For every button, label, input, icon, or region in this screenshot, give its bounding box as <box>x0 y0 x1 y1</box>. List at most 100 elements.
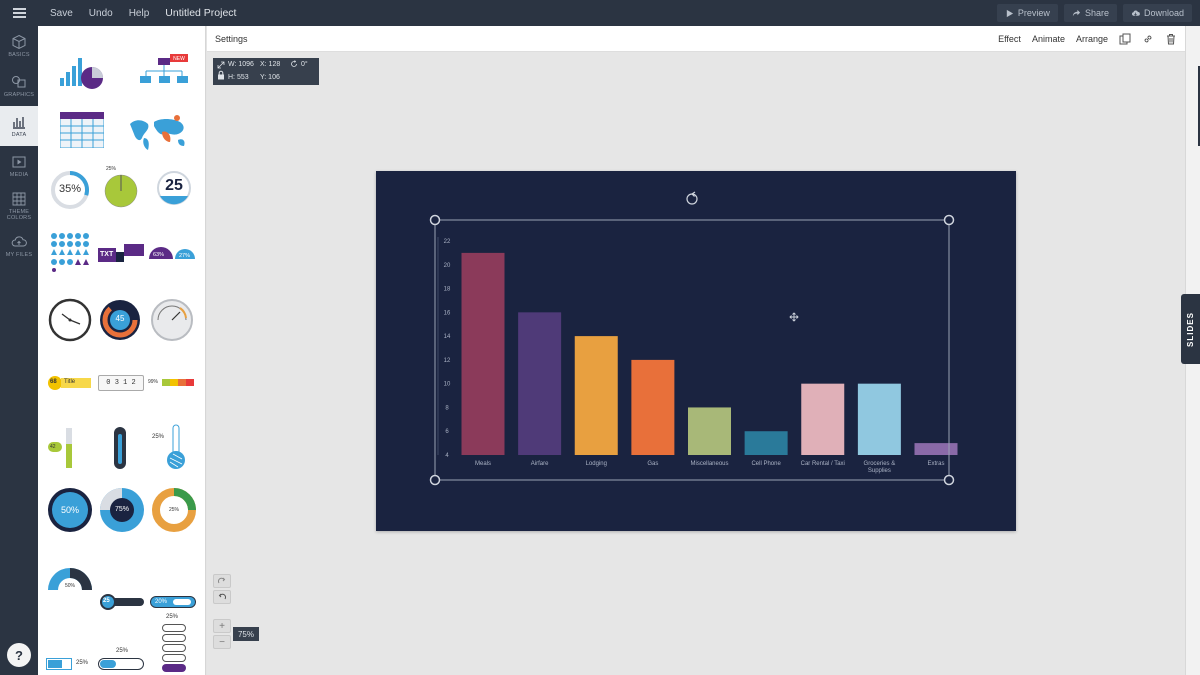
arrange-button[interactable]: Arrange <box>1076 34 1108 44</box>
rail-theme-colors-label: THEME COLORS <box>6 209 32 221</box>
link-icon[interactable] <box>1142 33 1154 45</box>
title-label: Title <box>64 379 76 385</box>
counter-circle-widget[interactable]: 25 <box>156 170 192 206</box>
resize-handle-top-right[interactable] <box>943 214 955 226</box>
rail-basics[interactable]: BASICS <box>0 26 38 66</box>
bar-25-label: 25% <box>116 648 129 654</box>
resize-icon <box>217 61 225 69</box>
menu-icon[interactable] <box>0 0 38 26</box>
vertical-slider-widget[interactable] <box>112 426 128 470</box>
progress-35-label: 35% <box>58 183 82 195</box>
save-menu[interactable]: Save <box>50 8 73 19</box>
share-button[interactable]: Share <box>1063 4 1117 22</box>
resize-handle-bottom-left[interactable] <box>429 474 441 486</box>
txt-bar <box>124 244 144 256</box>
animate-button[interactable]: Animate <box>1032 34 1065 44</box>
round-slider-widget[interactable]: 25 <box>100 594 146 610</box>
resize-handle-bottom-right[interactable] <box>943 474 955 486</box>
y-tick-label: 10 <box>444 382 451 388</box>
cube-icon <box>12 34 26 50</box>
bar-miscellaneous[interactable] <box>688 407 731 455</box>
rotate-handle-icon[interactable] <box>686 191 698 205</box>
pie-gauge-widget[interactable]: 25% <box>104 166 138 212</box>
y-value[interactable]: Y: 106 <box>260 74 280 81</box>
bar-chart[interactable]: 4 6 8 10 12 14 16 18 20 22 Meals Airfare Lodging Gas M… <box>376 171 1016 531</box>
duplicate-icon[interactable] <box>1119 33 1131 45</box>
effect-button[interactable]: Effect <box>998 34 1021 44</box>
preview-button[interactable]: Preview <box>996 4 1058 22</box>
text-label-widget[interactable]: TXT <box>98 244 144 264</box>
thermometer-small-widget[interactable]: 42 <box>48 426 78 470</box>
half-gauge-widget[interactable]: 50% <box>46 566 94 592</box>
bar-airfare[interactable] <box>518 312 562 455</box>
digit-counter-widget[interactable]: 0 3 1 2 <box>98 375 144 391</box>
settings-bar: Settings Effect Animate Arrange <box>207 26 1185 52</box>
slide[interactable]: 4 6 8 10 12 14 16 18 20 22 Meals Airfare Lodging Gas M… <box>376 171 1016 531</box>
bar-lodging[interactable] <box>574 336 618 455</box>
rail-media[interactable]: MEDIA <box>0 146 38 186</box>
progress-circle-35[interactable]: 35% <box>50 170 90 210</box>
rail-theme-colors[interactable]: THEME COLORS <box>0 186 38 226</box>
help-button[interactable]: ? <box>7 643 31 667</box>
rail-graphics[interactable]: GRAPHICS <box>0 66 38 106</box>
thermo-fill <box>66 444 72 468</box>
bar-groceries-supplies[interactable] <box>857 383 901 455</box>
trash-icon[interactable] <box>1165 33 1177 45</box>
circle-50-widget[interactable]: 50% <box>46 486 94 534</box>
semicircle-gauges-widget[interactable]: 63% 27% <box>148 246 198 262</box>
width-value[interactable]: W: 1096 <box>228 61 254 68</box>
ring-25-widget[interactable]: 25% <box>150 486 198 534</box>
undo-menu[interactable]: Undo <box>89 8 113 19</box>
toggle-bar-widget[interactable]: 20% <box>150 596 196 608</box>
txt-divider <box>116 252 124 262</box>
share-icon <box>1072 9 1081 16</box>
undo-button[interactable] <box>213 590 231 604</box>
world-map-widget[interactable] <box>128 112 190 152</box>
digit-counter-label: 0 3 1 2 <box>106 379 136 387</box>
redo-button[interactable] <box>213 574 231 588</box>
help-menu[interactable]: Help <box>129 8 150 19</box>
title-counter-widget[interactable]: 68 Title <box>48 376 94 390</box>
thermometer-widget[interactable]: 25% <box>152 424 192 472</box>
project-title[interactable]: Untitled Project <box>165 7 236 19</box>
battery-widget[interactable]: 25% <box>46 656 94 672</box>
bar-pie-widget[interactable] <box>58 52 108 92</box>
pie-gauge-label: 25% <box>106 166 117 172</box>
lock-icon[interactable] <box>217 70 225 80</box>
table-widget[interactable] <box>60 112 104 148</box>
rail-my-files[interactable]: MY FILES <box>0 226 38 266</box>
bar-seg-orange <box>178 379 186 386</box>
thermo-small-label: 42 <box>50 444 56 450</box>
download-button[interactable]: Download <box>1122 4 1192 22</box>
y-tick-label: 8 <box>445 405 449 411</box>
x-value[interactable]: X: 128 <box>260 61 280 68</box>
zoom-in-button[interactable]: + <box>213 619 231 633</box>
bar-extras[interactable] <box>914 443 958 455</box>
stacked-level-widget[interactable]: 25% <box>160 614 188 672</box>
org-chart-widget[interactable]: NEW <box>140 54 190 92</box>
bar-cell-phone[interactable] <box>744 431 788 455</box>
x-tick-label: Lodging <box>586 461 607 467</box>
resize-handle-top-left[interactable] <box>429 214 441 226</box>
progress-bar-fill <box>100 660 116 668</box>
bar-gas[interactable] <box>631 359 675 455</box>
rotation-value[interactable]: 0° <box>301 61 308 68</box>
color-bar-widget[interactable]: 99% <box>148 376 196 390</box>
height-value[interactable]: H: 553 <box>228 74 249 81</box>
clock-widget[interactable] <box>48 298 92 342</box>
slides-tab[interactable]: SLIDES <box>1181 294 1200 364</box>
circle-50-label: 50% <box>60 505 79 515</box>
y-tick-label: 20 <box>444 263 451 269</box>
speedometer-widget[interactable] <box>150 298 194 342</box>
zoom-out-button[interactable]: − <box>213 635 231 649</box>
rail-data[interactable]: DATA <box>0 106 38 146</box>
circle-75-widget[interactable]: 75% <box>98 486 146 534</box>
bar-car-rental-taxi[interactable] <box>801 383 845 455</box>
donut-timer-widget[interactable]: 45 <box>98 298 142 342</box>
stack-level-1 <box>162 624 186 632</box>
redo-icon <box>217 577 226 584</box>
icon-array-widget[interactable] <box>50 232 90 272</box>
progress-bar-widget[interactable]: 25% <box>98 648 146 672</box>
bar-meals[interactable] <box>461 252 505 455</box>
settings-label[interactable]: Settings <box>215 34 248 44</box>
